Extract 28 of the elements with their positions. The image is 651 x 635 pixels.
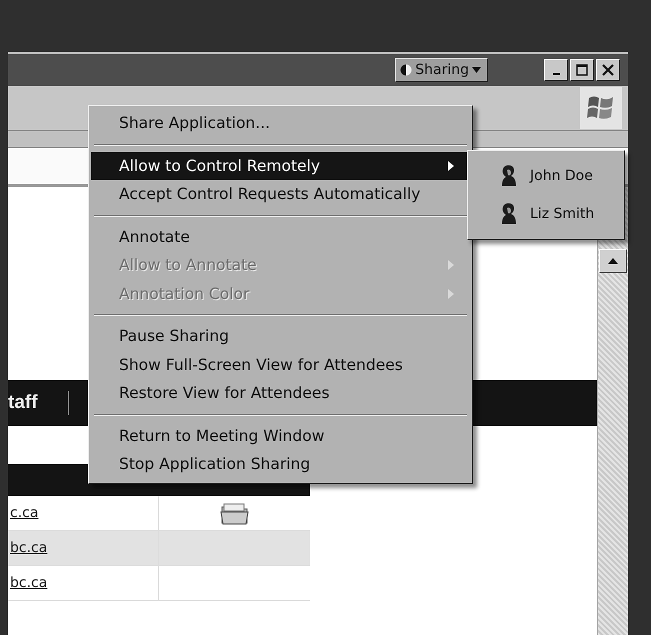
menu-item[interactable]: Annotate xyxy=(91,222,470,251)
submenu-item[interactable]: John Doe xyxy=(470,157,622,195)
menu-item[interactable]: Show Full-Screen View for Attendees xyxy=(91,350,470,379)
email-link[interactable]: bc.ca xyxy=(10,575,48,591)
menu-item[interactable]: Pause Sharing xyxy=(91,322,470,350)
menu-item[interactable]: Share Application... xyxy=(91,109,470,138)
minimize-icon xyxy=(552,73,560,75)
menu-item[interactable]: Allow to Control Remotely xyxy=(91,152,470,180)
menu-item[interactable]: Stop Application Sharing xyxy=(91,450,470,478)
menu-item[interactable]: Accept Control Requests Automatically xyxy=(91,180,470,208)
email-link[interactable]: c.ca xyxy=(10,505,38,521)
up-arrow-icon xyxy=(608,258,618,264)
minimize-button[interactable] xyxy=(544,59,568,81)
menu-item[interactable]: Restore View for Attendees xyxy=(91,379,470,408)
nav-text: taff xyxy=(8,392,38,414)
maximize-icon xyxy=(576,64,588,76)
folder-icon[interactable] xyxy=(220,501,250,525)
maximize-button[interactable] xyxy=(570,59,594,81)
scroll-up-button[interactable] xyxy=(599,249,627,273)
submenu-item[interactable]: Liz Smith xyxy=(470,195,622,233)
email-link[interactable]: bc.ca xyxy=(10,540,48,556)
close-button[interactable] xyxy=(596,59,620,81)
caret-icon xyxy=(472,67,481,73)
half-circle-icon xyxy=(400,64,412,76)
menu-item[interactable]: Return to Meeting Window xyxy=(91,422,470,450)
flag-logo-icon xyxy=(586,94,616,122)
sharing-button[interactable]: Sharing xyxy=(395,58,488,82)
close-icon xyxy=(602,64,614,76)
